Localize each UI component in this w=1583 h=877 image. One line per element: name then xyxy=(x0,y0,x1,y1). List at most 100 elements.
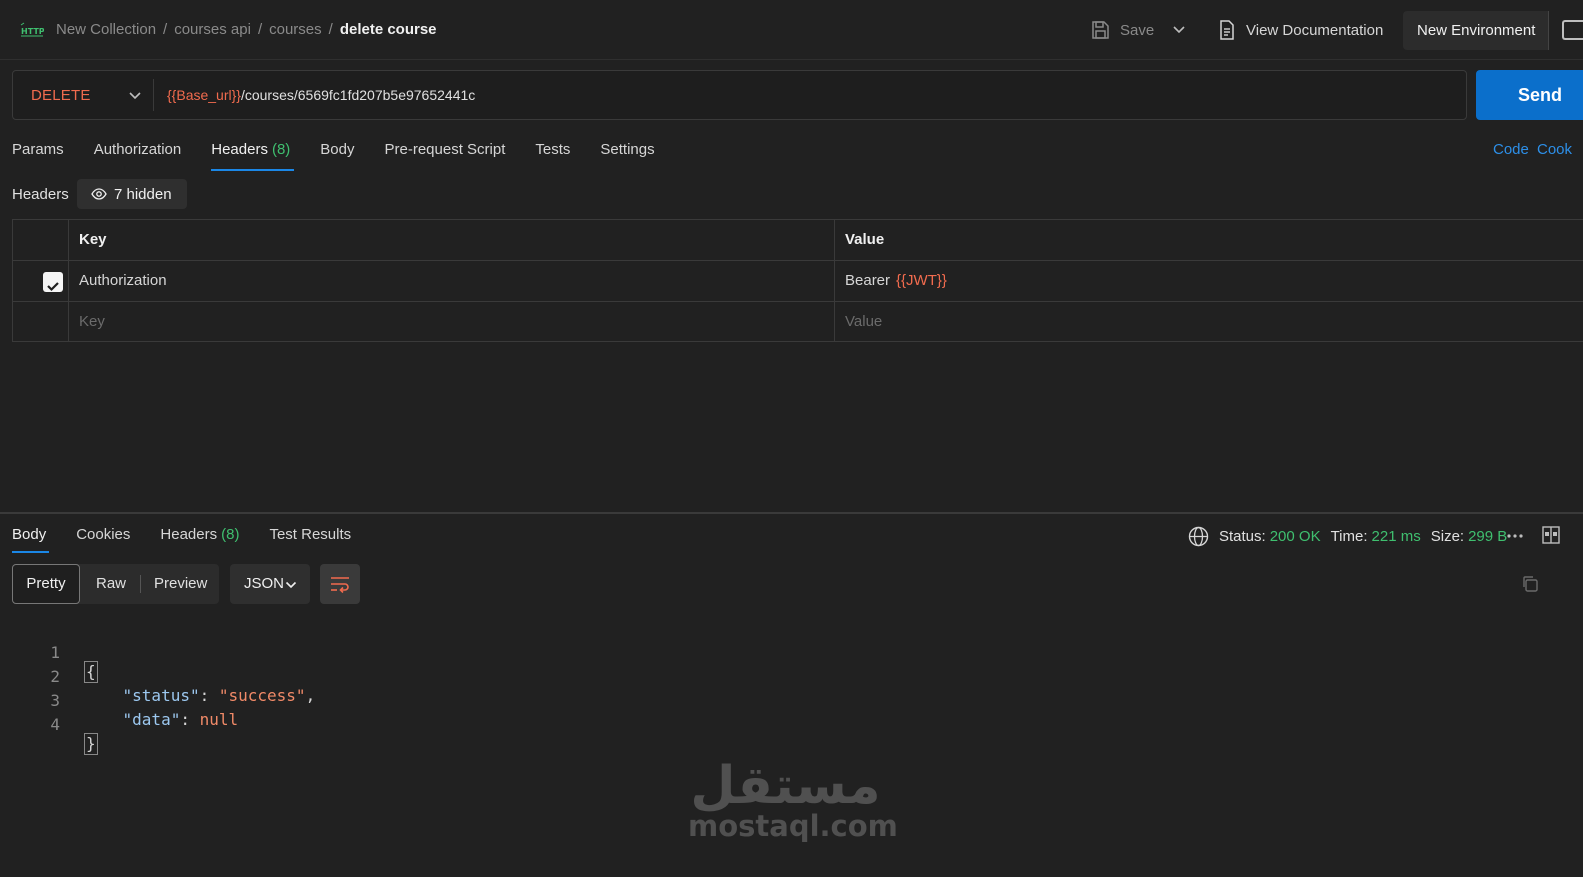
tab-label: Params xyxy=(12,141,64,158)
row-checkbox-cell xyxy=(13,302,69,342)
header-value-cell[interactable]: Bearer {{JWT}} xyxy=(835,261,1583,301)
line-number: 1 xyxy=(50,643,60,662)
view-mode-preview[interactable]: Preview xyxy=(154,564,207,604)
code-line: 3 "data": null xyxy=(0,670,238,729)
header-value-prefix: Bearer xyxy=(845,272,891,289)
globe-icon[interactable] xyxy=(1188,526,1209,547)
new-value-input[interactable]: Value xyxy=(835,302,1583,342)
more-options-icon[interactable] xyxy=(1506,533,1524,539)
url-variable: {{Base_url}} xyxy=(167,87,241,103)
tab-authorization[interactable]: Authorization xyxy=(94,141,182,171)
tab-label: Headers xyxy=(160,526,218,543)
send-button[interactable]: Send xyxy=(1476,70,1583,120)
chevron-down-icon xyxy=(285,581,297,589)
table-header-row: Key Value xyxy=(13,220,1583,261)
code-line: 1 { xyxy=(0,622,98,683)
response-meta: Status: 200 OK Time: 221 ms Size: 299 B xyxy=(1188,526,1517,547)
save-label: Save xyxy=(1120,21,1155,39)
view-mode-raw[interactable]: Raw xyxy=(96,564,126,604)
url-input[interactable]: {{Base_url}}/courses/6569fc1fd207b5e9765… xyxy=(167,87,475,103)
table-row-empty: Key Value xyxy=(13,302,1583,343)
method-selector[interactable]: DELETE xyxy=(31,87,91,104)
tab-pre-request-script[interactable]: Pre-request Script xyxy=(385,141,506,171)
watermark: مستقل mostaql.com xyxy=(688,755,898,855)
format-selector[interactable]: JSON xyxy=(230,564,310,604)
tab-count: (8) xyxy=(271,141,291,158)
chevron-down-icon[interactable] xyxy=(128,90,142,102)
breadcrumb-separator: / xyxy=(257,21,263,38)
tab-label: Authorization xyxy=(93,141,182,158)
request-tabs: Params Authorization Headers (8) Body Pre… xyxy=(12,141,685,171)
size-value[interactable]: 299 B xyxy=(1468,528,1507,545)
headers-table: Key Value Authorization Bearer {{JWT}} Ke… xyxy=(12,219,1583,342)
status-label: Status: xyxy=(1219,528,1266,545)
environment-divider xyxy=(1548,11,1549,50)
view-documentation-button[interactable]: View Documentation xyxy=(1218,20,1383,40)
breadcrumb: New Collection / courses api / courses / delet… xyxy=(56,21,437,38)
json-string-value: "success" xyxy=(218,686,306,705)
line-content: } xyxy=(84,732,98,756)
line-content: "data": null xyxy=(122,710,239,729)
chevron-down-icon[interactable] xyxy=(1172,24,1186,36)
code-link[interactable]: Code xyxy=(1493,141,1529,158)
tab-label: Body xyxy=(12,526,47,543)
environment-selector[interactable]: New Environment xyxy=(1403,11,1548,50)
cookies-link[interactable]: Cook xyxy=(1537,141,1572,158)
copy-icon[interactable] xyxy=(1521,575,1539,593)
tab-headers[interactable]: Headers (8) xyxy=(211,141,295,171)
column-header-key: Key xyxy=(69,220,835,260)
wrap-lines-button[interactable] xyxy=(320,564,360,604)
pane-resize-handle[interactable] xyxy=(0,512,1583,514)
view-mode-pretty[interactable]: Pretty xyxy=(12,564,80,604)
save-icon xyxy=(1092,21,1109,39)
checkmark-icon xyxy=(47,282,59,292)
code-line: 2 "status": "success", xyxy=(0,646,315,705)
wrap-lines-icon xyxy=(331,577,349,593)
new-key-input[interactable]: Key xyxy=(69,302,835,342)
row-checkbox[interactable] xyxy=(43,272,63,292)
hidden-headers-toggle[interactable]: 7 hidden xyxy=(77,179,187,209)
top-bar: HTTP New Collection / courses api / courses /… xyxy=(0,0,1583,60)
tab-body[interactable]: Body xyxy=(320,141,354,171)
request-name[interactable]: delete course xyxy=(340,21,437,38)
eye-icon xyxy=(91,188,107,200)
breadcrumb-item-subfolder[interactable]: courses xyxy=(269,21,322,38)
tab-label: Cookies xyxy=(76,526,131,543)
tab-label: Body xyxy=(320,141,355,158)
tab-settings[interactable]: Settings xyxy=(600,141,654,171)
line-number: 2 xyxy=(50,667,60,686)
response-tab-test-results[interactable]: Test Results xyxy=(269,526,351,553)
size-label: Size: xyxy=(1430,528,1465,545)
breadcrumb-separator: / xyxy=(328,21,333,38)
tab-label: Pre-request Script xyxy=(384,141,506,158)
url-bar: DELETE {{Base_url}}/courses/6569fc1fd207… xyxy=(12,70,1467,120)
save-button[interactable]: Save xyxy=(1090,20,1154,40)
breadcrumb-item-collection[interactable]: New Collection xyxy=(56,21,156,38)
environment-quick-look-icon[interactable] xyxy=(1562,20,1583,40)
document-icon xyxy=(1220,20,1234,40)
response-tab-headers[interactable]: Headers (8) xyxy=(160,526,239,553)
open-brace: { xyxy=(84,661,98,683)
header-key-cell[interactable]: Authorization xyxy=(69,261,835,301)
time-value[interactable]: 221 ms xyxy=(1372,528,1421,545)
layout-toggle-icon[interactable] xyxy=(1542,526,1560,544)
code-line: 4 } xyxy=(0,694,98,755)
response-tab-cookies[interactable]: Cookies xyxy=(76,526,130,553)
tab-tests[interactable]: Tests xyxy=(535,141,570,171)
view-documentation-label: View Documentation xyxy=(1246,21,1384,39)
response-tab-body[interactable]: Body xyxy=(12,526,50,553)
column-header-value: Value xyxy=(845,231,885,248)
time-label: Time: xyxy=(1330,528,1368,545)
breadcrumb-separator: / xyxy=(163,21,168,38)
status-value[interactable]: 200 OK xyxy=(1270,528,1321,545)
headers-section-label: Headers xyxy=(12,186,69,203)
tab-params[interactable]: Params xyxy=(12,141,64,171)
row-checkbox-cell xyxy=(13,261,69,301)
json-key: "data" xyxy=(122,710,181,729)
checkbox-column-header xyxy=(13,220,69,260)
watermark-latin: mostaql.com xyxy=(688,809,898,843)
tab-label: Headers xyxy=(211,141,268,158)
breadcrumb-item-folder[interactable]: courses api xyxy=(174,21,251,38)
format-label: JSON xyxy=(244,575,285,592)
line-number: 3 xyxy=(50,691,60,710)
